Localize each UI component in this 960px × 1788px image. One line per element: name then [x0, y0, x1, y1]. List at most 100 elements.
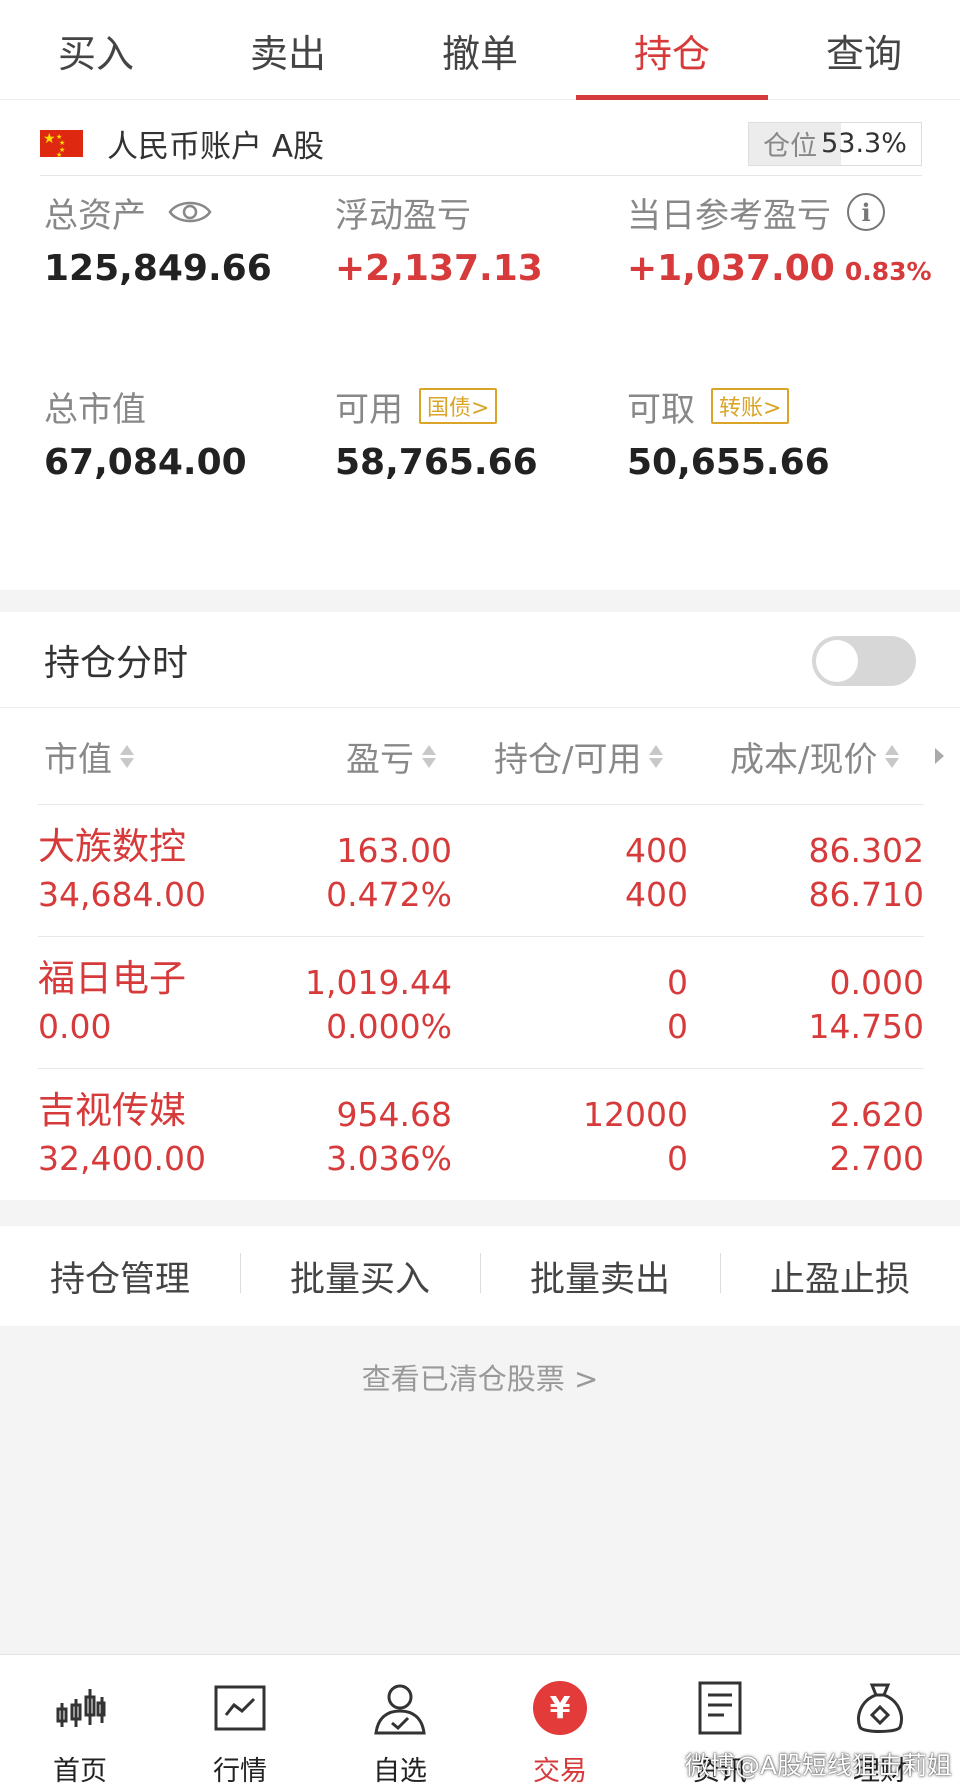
- floating-pl-label: 浮动盈亏: [335, 195, 471, 236]
- account-row: ★ ★ ★ ★ ★ 人民币账户 A股 仓位 53.3%: [40, 112, 922, 176]
- withdrawable-label: 可取: [627, 389, 695, 430]
- stock-price: 2.700: [829, 1139, 924, 1178]
- daily-pl-label: 当日参考盈亏: [627, 195, 831, 236]
- yuan-icon: ¥: [533, 1681, 587, 1735]
- nav-watchlist[interactable]: 自选: [320, 1655, 480, 1788]
- nav-market-label: 行情: [213, 1756, 267, 1787]
- available-funds: 可用 国债> 58,765.66: [335, 384, 538, 488]
- top-tab-bar: 买入 卖出 撤单 持仓 查询: [0, 0, 960, 100]
- sort-icon: [120, 744, 134, 768]
- stock-pl-pct: 0.000%: [326, 1007, 452, 1046]
- table-row[interactable]: 大族数控 34,684.00 163.00 0.472% 400 400 86.…: [38, 804, 924, 936]
- stock-pl-pct: 0.472%: [326, 875, 452, 914]
- stock-market-value: 0.00: [38, 1007, 112, 1046]
- sort-icon: [885, 744, 900, 768]
- holdings-table-body: 大族数控 34,684.00 163.00 0.472% 400 400 86.…: [38, 804, 924, 1200]
- available-value: 58,765.66: [335, 442, 538, 483]
- stock-hold-qty: 12000: [583, 1095, 688, 1134]
- table-row[interactable]: 福日电子 0.00 1,019.44 0.000% 0 0 0.000 14.7…: [38, 936, 924, 1068]
- sort-icon: [422, 744, 436, 768]
- intraday-toggle[interactable]: [812, 636, 916, 686]
- info-icon[interactable]: i: [847, 193, 885, 231]
- stock-pl-pct: 3.036%: [326, 1139, 452, 1178]
- stock-hold-qty: 400: [625, 831, 688, 870]
- holdings-table-header: 市值 盈亏 持仓/可用 成本/现价: [0, 708, 960, 804]
- withdrawable-funds: 可取 转账> 50,655.66: [627, 384, 830, 488]
- stock-avail-qty: 400: [625, 875, 688, 914]
- batch-buy-button[interactable]: 批量买入: [240, 1251, 480, 1302]
- eye-icon[interactable]: [168, 198, 212, 226]
- stock-hold-qty: 0: [667, 963, 688, 1002]
- nav-home-label: 首页: [53, 1756, 107, 1787]
- column-cost-price-label: 成本/现价: [730, 739, 878, 780]
- tab-query[interactable]: 查询: [768, 0, 960, 100]
- candlestick-icon: [56, 1689, 106, 1727]
- transfer-button[interactable]: 转账>: [711, 388, 790, 424]
- nav-watchlist-label: 自选: [373, 1756, 427, 1787]
- nav-trade-label: 交易: [533, 1756, 587, 1787]
- available-label: 可用: [335, 389, 403, 430]
- watermark: 微博@A股短线狙击莉姐: [684, 1751, 952, 1780]
- stock-name: 吉视传媒: [38, 1089, 186, 1132]
- market-value-value: 67,084.00: [44, 442, 247, 483]
- market-value-label: 总市值: [44, 389, 146, 430]
- daily-pl: 当日参考盈亏 i +1,037.00 0.83%: [627, 190, 932, 294]
- column-holding-available[interactable]: 持仓/可用: [494, 708, 664, 804]
- total-assets: 总资产 125,849.66: [44, 190, 272, 294]
- nav-home[interactable]: 首页: [0, 1655, 160, 1788]
- holdings-header: 持仓分时: [0, 612, 960, 708]
- stock-name: 大族数控: [38, 825, 186, 868]
- stock-market-value: 32,400.00: [38, 1139, 206, 1178]
- floating-pl-value: +2,137.13: [335, 248, 543, 289]
- scroll-right-arrow-icon[interactable]: [935, 748, 944, 764]
- nav-market[interactable]: 行情: [160, 1655, 320, 1788]
- position-label: 仓位: [763, 131, 818, 162]
- stock-name: 福日电子: [38, 957, 186, 1000]
- stock-pl: 163.00: [336, 831, 452, 870]
- stock-price: 14.750: [808, 1007, 924, 1046]
- column-market-value-label: 市值: [44, 739, 112, 780]
- nav-trade[interactable]: ¥ 交易: [480, 1655, 640, 1788]
- stock-price: 86.710: [808, 875, 924, 914]
- withdrawable-value: 50,655.66: [627, 442, 830, 483]
- tab-buy[interactable]: 买入: [0, 0, 192, 100]
- view-cleared-stocks-link[interactable]: 查看已清仓股票 >: [0, 1356, 960, 1398]
- treasury-bond-button[interactable]: 国债>: [419, 388, 498, 424]
- column-market-value[interactable]: 市值: [44, 708, 134, 804]
- tab-holdings[interactable]: 持仓: [576, 0, 768, 100]
- floating-pl: 浮动盈亏 +2,137.13: [335, 190, 543, 294]
- account-name[interactable]: 人民币账户 A股: [107, 121, 324, 166]
- holdings-management-button[interactable]: 持仓管理: [0, 1251, 240, 1302]
- user-check-icon: [374, 1684, 426, 1735]
- total-assets-label: 总资产: [44, 195, 146, 236]
- stock-market-value: 34,684.00: [38, 875, 206, 914]
- tab-sell[interactable]: 卖出: [192, 0, 384, 100]
- table-row[interactable]: 吉视传媒 32,400.00 954.68 3.036% 12000 0 2.6…: [38, 1068, 924, 1200]
- stock-cost: 86.302: [808, 831, 924, 870]
- sort-icon: [649, 744, 664, 768]
- position-ratio: 仓位 53.3%: [748, 121, 922, 166]
- document-icon: [698, 1681, 742, 1735]
- holdings-action-bar: 持仓管理 批量买入 批量卖出 止盈止损: [0, 1226, 960, 1326]
- china-flag-icon: ★ ★ ★ ★ ★: [40, 130, 83, 159]
- batch-sell-button[interactable]: 批量卖出: [480, 1251, 720, 1302]
- stock-cost: 2.620: [829, 1095, 924, 1134]
- chart-line-icon: [214, 1685, 266, 1731]
- column-cost-price[interactable]: 成本/现价: [730, 708, 900, 804]
- stock-pl: 954.68: [336, 1095, 452, 1134]
- stop-profit-loss-button[interactable]: 止盈止损: [720, 1251, 960, 1302]
- market-value: 总市值 67,084.00: [44, 384, 247, 488]
- daily-pl-value: +1,037.00: [627, 248, 835, 289]
- column-profit-loss[interactable]: 盈亏: [346, 708, 436, 804]
- position-value: 53.3%: [821, 128, 907, 159]
- tab-cancel-order[interactable]: 撤单: [384, 0, 576, 100]
- stock-cost: 0.000: [829, 963, 924, 1002]
- money-bag-icon: [857, 1683, 903, 1733]
- toggle-knob: [816, 640, 858, 682]
- account-summary: ★ ★ ★ ★ ★ 人民币账户 A股 仓位 53.3% 总资产 125,849.66 浮…: [0, 100, 960, 590]
- total-assets-value: 125,849.66: [44, 248, 272, 289]
- stock-avail-qty: 0: [667, 1007, 688, 1046]
- column-profit-loss-label: 盈亏: [346, 739, 414, 780]
- stock-avail-qty: 0: [667, 1139, 688, 1178]
- column-holding-available-label: 持仓/可用: [494, 739, 642, 780]
